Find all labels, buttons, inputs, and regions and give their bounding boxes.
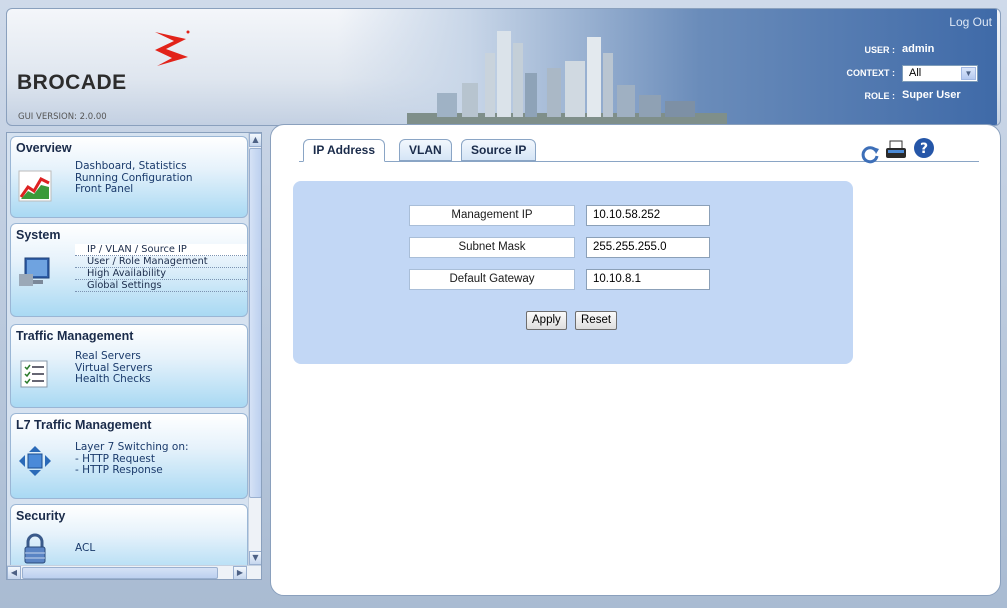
- panel-system[interactable]: System IP / VLAN / Source IP User / Role…: [10, 223, 248, 317]
- refresh-icon[interactable]: [859, 143, 881, 165]
- context-label: CONTEXT :: [846, 68, 896, 78]
- link-real-servers[interactable]: Real Servers: [75, 350, 153, 363]
- chart-icon: [18, 170, 52, 202]
- lock-icon: [24, 533, 46, 564]
- tab-ip-address[interactable]: IP Address: [303, 139, 386, 162]
- overview-links: Dashboard, Statistics Running Configurat…: [75, 160, 193, 196]
- header: BROCADE GUI VERSION: 2.0.00 Log Out USER…: [6, 8, 1001, 126]
- traffic-links: Real Servers Virtual Servers Health Chec…: [75, 350, 153, 386]
- ip-address-form: Management IP 10.10.58.252 Subnet Mask 2…: [293, 181, 853, 364]
- menu-ip-vlan-source-ip[interactable]: IP / VLAN / Source IP: [75, 244, 247, 256]
- label-default-gateway: Default Gateway: [409, 269, 575, 290]
- link-dashboard-statistics[interactable]: Dashboard, Statistics: [75, 160, 193, 173]
- reset-button[interactable]: Reset: [575, 311, 618, 330]
- menu-global-settings[interactable]: Global Settings: [75, 280, 247, 292]
- city-skyline-image: [407, 31, 727, 125]
- role-label: ROLE :: [864, 91, 896, 101]
- input-management-ip[interactable]: 10.10.58.252: [586, 205, 710, 226]
- link-acl[interactable]: ACL: [75, 542, 95, 555]
- input-default-gateway[interactable]: 10.10.8.1: [586, 269, 710, 290]
- menu-user-role-management[interactable]: User / Role Management: [75, 256, 247, 268]
- scroll-left-icon[interactable]: ◀: [7, 566, 21, 579]
- app-frame: BROCADE GUI VERSION: 2.0.00 Log Out USER…: [0, 0, 1007, 608]
- system-menu: IP / VLAN / Source IP User / Role Manage…: [75, 244, 247, 292]
- panel-l7-traffic-management[interactable]: L7 Traffic Management Layer 7 Switching …: [10, 413, 248, 499]
- user-value: admin: [902, 43, 935, 55]
- user-label: USER :: [864, 45, 895, 55]
- horizontal-scrollbar-thumb[interactable]: [22, 567, 218, 579]
- tab-vlan[interactable]: VLAN: [399, 139, 452, 161]
- logout-link[interactable]: Log Out: [949, 15, 992, 29]
- chevron-down-icon[interactable]: ▼: [961, 67, 976, 80]
- panel-title-overview[interactable]: Overview: [16, 141, 72, 155]
- brocade-logo-icon: [155, 30, 190, 66]
- apply-button[interactable]: Apply: [526, 311, 567, 330]
- scroll-down-icon[interactable]: ▼: [249, 551, 261, 565]
- label-subnet-mask: Subnet Mask: [409, 237, 575, 258]
- panel-traffic-management[interactable]: Traffic Management Real Servers Virtual …: [10, 324, 248, 408]
- sidebar-vertical-scrollbar[interactable]: ▲ ▼: [248, 133, 261, 565]
- role-value: Super User: [902, 89, 961, 101]
- panel-title-security[interactable]: Security: [16, 509, 65, 523]
- scrollbar-thumb[interactable]: [249, 148, 261, 498]
- scroll-up-icon[interactable]: ▲: [249, 133, 261, 147]
- sidebar-horizontal-scrollbar[interactable]: ◀ ▶: [7, 565, 261, 579]
- link-http-response[interactable]: - HTTP Response: [75, 464, 189, 477]
- context-value: All: [909, 67, 922, 79]
- monitor-icon: [19, 257, 50, 286]
- panel-title-traffic-management[interactable]: Traffic Management: [16, 329, 133, 343]
- link-health-checks[interactable]: Health Checks: [75, 373, 153, 386]
- input-subnet-mask[interactable]: 255.255.255.0: [586, 237, 710, 258]
- svg-text:?: ?: [920, 141, 928, 157]
- tab-source-ip[interactable]: Source IP: [461, 139, 537, 161]
- panel-overview[interactable]: Overview Dashboard, Statistics Running C…: [10, 136, 248, 218]
- panel-title-l7-traffic-management[interactable]: L7 Traffic Management: [16, 418, 151, 432]
- security-links: ACL: [75, 542, 95, 555]
- brand-name: BROCADE: [17, 71, 127, 94]
- l7-links: Layer 7 Switching on: - HTTP Request - H…: [75, 441, 189, 477]
- link-layer7-switching[interactable]: Layer 7 Switching on:: [75, 441, 189, 454]
- context-select[interactable]: All ▼: [902, 65, 978, 82]
- panel-title-system[interactable]: System: [16, 228, 60, 242]
- link-front-panel[interactable]: Front Panel: [75, 183, 193, 196]
- menu-high-availability[interactable]: High Availability: [75, 268, 247, 280]
- checklist-icon: [20, 360, 48, 388]
- user-info: USER : admin CONTEXT : All ▼ ROLE : Supe…: [833, 43, 993, 112]
- main-content: IP Address VLAN Source IP ? Management I…: [270, 124, 1001, 596]
- help-icon[interactable]: ?: [913, 137, 935, 159]
- network-switch-icon: [19, 446, 51, 476]
- label-management-ip: Management IP: [409, 205, 575, 226]
- gui-version: GUI VERSION: 2.0.00: [18, 112, 107, 122]
- scroll-right-icon[interactable]: ▶: [233, 566, 247, 579]
- print-icon[interactable]: [885, 139, 907, 161]
- sidebar[interactable]: Overview Dashboard, Statistics Running C…: [6, 132, 262, 580]
